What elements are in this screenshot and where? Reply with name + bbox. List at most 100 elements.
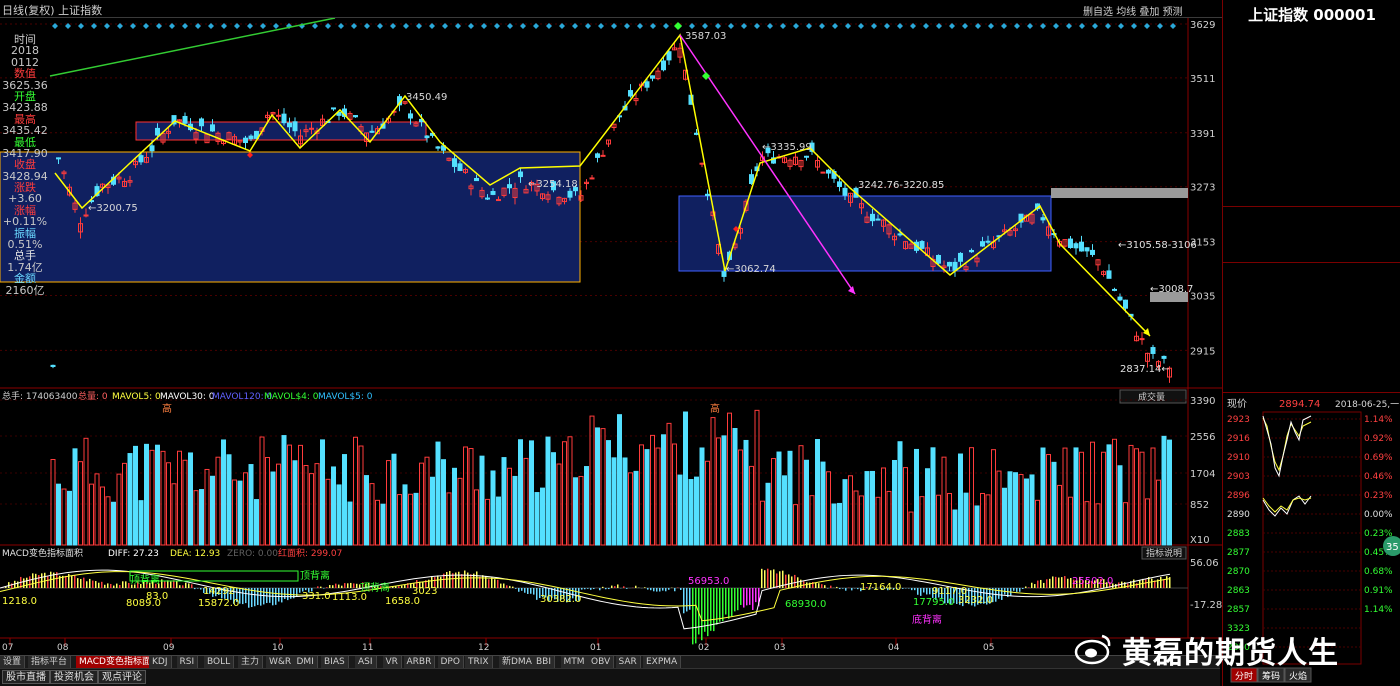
remove-watchlist-button[interactable]: 删自选 <box>1083 7 1113 18</box>
macd-bar <box>755 588 757 603</box>
forecast-button[interactable]: 预测 <box>1163 7 1183 18</box>
volume-bar <box>215 456 221 546</box>
volume-tick-label: X10 <box>1190 535 1210 546</box>
candlestick-chart[interactable]: 36293511339132733153303529153587.033450.… <box>0 18 1222 655</box>
signal-diamond <box>793 23 799 29</box>
volume-bar <box>639 444 644 546</box>
mini-right-tick: 0.00% <box>1364 510 1393 520</box>
volume-tick-label: 852 <box>1190 500 1209 511</box>
macd-bar <box>92 580 94 588</box>
candle-body <box>1040 217 1046 221</box>
macd-legend: DEA: 12.93 <box>170 549 220 559</box>
macd-bar <box>41 573 43 588</box>
price-annotation: ←3200.75 <box>88 203 138 214</box>
macd-bar <box>113 585 115 588</box>
macd-annotation: 顶背离 <box>130 573 160 586</box>
volume-bar <box>1112 438 1117 546</box>
volume-bar <box>155 444 160 546</box>
macd-bar <box>305 588 307 591</box>
macd-bar <box>626 588 628 589</box>
mini-left-tick: 2903 <box>1227 472 1250 482</box>
volume-bar <box>991 449 996 546</box>
volume-bar <box>760 500 765 546</box>
info-panel-item: 2160亿 <box>5 283 45 297</box>
candle-body <box>826 169 831 174</box>
candle-body <box>369 130 375 133</box>
bottom-link[interactable]: 投资机会 <box>50 670 98 684</box>
macd-bar <box>257 588 259 605</box>
macd-bar <box>1061 577 1063 588</box>
macd-bar <box>26 577 28 588</box>
macd-bar <box>119 584 121 588</box>
macd-bar <box>665 588 667 592</box>
volume-bar <box>655 447 661 546</box>
macd-bar <box>263 588 265 605</box>
time-label: 08 <box>57 643 69 653</box>
macd-bar <box>926 588 928 595</box>
volume-bar <box>864 471 870 546</box>
volume-bar <box>1029 474 1035 546</box>
macd-bar <box>998 588 1000 599</box>
volume-bar <box>886 490 892 546</box>
ma-button[interactable]: 均线 <box>1116 7 1136 18</box>
price-annotation: ←3335.99 <box>762 142 812 153</box>
volume-bar <box>298 444 303 546</box>
macd-bar <box>350 582 352 588</box>
signal-diamond <box>1157 23 1163 29</box>
volume-bar <box>56 483 61 546</box>
macd-annotation: 68930.0 <box>785 599 826 610</box>
volume-bar <box>556 463 562 546</box>
macd-bar <box>176 580 178 588</box>
volume-bar <box>540 487 545 546</box>
candle-body <box>705 193 710 196</box>
macd-bar <box>830 585 832 588</box>
volume-bar <box>254 499 259 546</box>
candle-body <box>518 171 523 178</box>
signal-diamond <box>507 23 513 29</box>
candle-body <box>1090 249 1095 255</box>
signal-diamond <box>923 23 929 29</box>
volume-bar <box>94 473 100 546</box>
macd-bar <box>335 583 337 588</box>
volume-bar <box>578 475 584 546</box>
macd-bar <box>248 588 250 608</box>
time-label: 05 <box>983 643 994 653</box>
macd-bar <box>182 585 184 588</box>
volume-bar <box>881 467 886 546</box>
volume-bar <box>424 456 430 546</box>
macd-legend: DIFF: 27.23 <box>108 549 159 559</box>
macd-bar <box>920 588 922 596</box>
volume-bar <box>1134 448 1139 546</box>
candle-body <box>936 254 941 264</box>
macd-bar <box>770 570 772 588</box>
volume-bar <box>259 436 265 546</box>
macd-bar <box>1040 579 1042 588</box>
macd-bar <box>479 576 481 588</box>
volume-bar <box>72 448 78 546</box>
overlay-button[interactable]: 叠加 <box>1139 7 1159 18</box>
signal-diamond <box>1014 23 1020 29</box>
macd-bar <box>593 588 595 590</box>
macd-bar <box>281 588 283 603</box>
macd-bar <box>725 588 727 615</box>
signal-diamond <box>1144 23 1150 29</box>
bottom-link[interactable]: 观点评论 <box>98 670 146 684</box>
macd-bar <box>614 586 616 588</box>
macd-bar <box>827 588 829 589</box>
signal-diamond <box>663 23 669 29</box>
macd-bar <box>164 580 166 588</box>
macd-bar <box>530 588 532 594</box>
volume-bar <box>166 462 171 546</box>
macd-bar <box>194 588 196 590</box>
quote-row <box>1227 290 1397 310</box>
bottom-link[interactable]: 股市直播 <box>2 670 50 684</box>
candle-body <box>210 124 215 132</box>
mini-left-tick: 2910 <box>1227 453 1250 463</box>
volume-bar <box>1007 471 1013 546</box>
volume-bar <box>474 489 479 546</box>
time-label: 04 <box>888 643 900 653</box>
volume-bar <box>133 445 138 546</box>
volume-bar <box>716 437 721 546</box>
candle-body <box>694 132 699 135</box>
macd-bar <box>788 574 790 588</box>
